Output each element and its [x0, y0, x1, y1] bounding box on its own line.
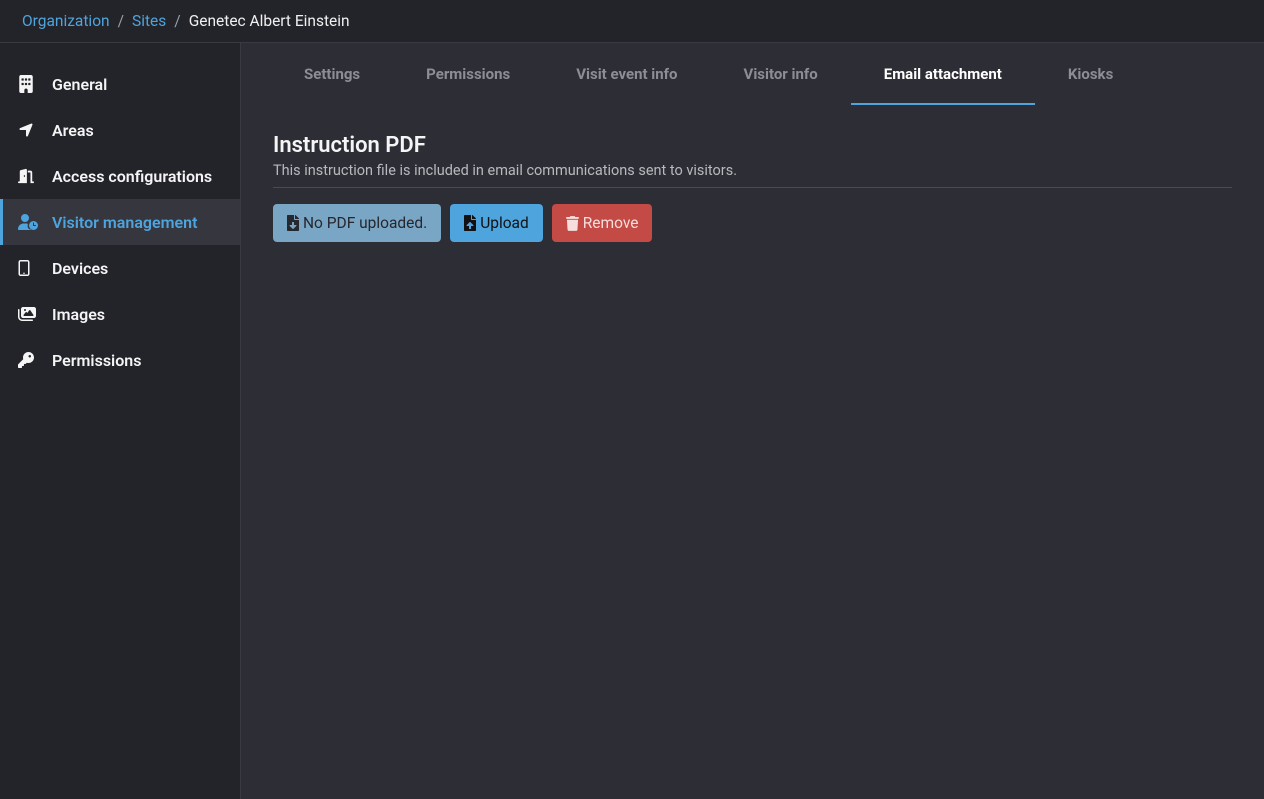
- upload-button[interactable]: Upload: [450, 204, 543, 242]
- breadcrumb-link-organization[interactable]: Organization: [22, 12, 110, 30]
- sidebar-item-permissions[interactable]: Permissions: [0, 337, 240, 383]
- sidebar-item-areas[interactable]: Areas: [0, 107, 240, 153]
- breadcrumb-link-sites[interactable]: Sites: [132, 12, 166, 30]
- location-arrow-icon: [18, 122, 44, 138]
- sidebar-item-label: Areas: [52, 121, 94, 140]
- sidebar-item-label: Permissions: [52, 351, 141, 370]
- sidebar-item-label: Images: [52, 305, 105, 324]
- sidebar-item-images[interactable]: Images: [0, 291, 240, 337]
- sidebar-item-visitor-management[interactable]: Visitor management: [0, 199, 240, 245]
- sidebar-item-general[interactable]: General: [0, 61, 240, 107]
- no-pdf-uploaded-button[interactable]: No PDF uploaded.: [273, 204, 441, 242]
- sidebar-item-label: Access configurations: [52, 167, 212, 186]
- sidebar-item-label: Devices: [52, 259, 108, 278]
- tab-visitor-info[interactable]: Visitor info: [711, 45, 851, 105]
- door-icon: [18, 167, 44, 185]
- page-title: Instruction PDF: [273, 133, 1232, 158]
- sidebar-item-access-configurations[interactable]: Access configurations: [0, 153, 240, 199]
- breadcrumb-separator: /: [118, 12, 124, 30]
- page-subtitle: This instruction file is included in ema…: [273, 162, 1232, 179]
- file-pdf-icon: [287, 215, 299, 231]
- building-icon: [18, 75, 44, 93]
- sidebar-item-label: General: [52, 75, 107, 94]
- button-row: No PDF uploaded. Upload Remove: [273, 204, 1232, 242]
- sidebar-item-label: Visitor management: [52, 213, 197, 232]
- tab-email-attachment[interactable]: Email attachment: [851, 45, 1035, 105]
- tab-kiosks[interactable]: Kiosks: [1035, 45, 1146, 105]
- user-clock-icon: [18, 214, 44, 230]
- tab-settings[interactable]: Settings: [271, 45, 393, 105]
- sidebar-item-devices[interactable]: Devices: [0, 245, 240, 291]
- tab-visit-event-info[interactable]: Visit event info: [543, 45, 710, 105]
- key-icon: [18, 352, 44, 368]
- tabs-bar: Settings Permissions Visit event info Vi…: [241, 43, 1264, 105]
- breadcrumb-separator: /: [174, 12, 180, 30]
- mobile-icon: [18, 259, 44, 277]
- trash-icon: [566, 216, 579, 231]
- breadcrumb: Organization / Sites / Genetec Albert Ei…: [0, 0, 1264, 43]
- content-panel: Instruction PDF This instruction file is…: [241, 105, 1264, 270]
- no-pdf-uploaded-label: No PDF uploaded.: [303, 214, 427, 232]
- divider: [273, 187, 1232, 188]
- upload-button-label: Upload: [480, 214, 529, 232]
- file-upload-icon: [464, 215, 476, 231]
- remove-button[interactable]: Remove: [552, 204, 653, 242]
- images-icon: [18, 306, 44, 322]
- sidebar-nav: General Areas Access configurations Visi…: [0, 43, 241, 799]
- main-content: Settings Permissions Visit event info Vi…: [241, 43, 1264, 799]
- remove-button-label: Remove: [583, 214, 639, 232]
- breadcrumb-current: Genetec Albert Einstein: [189, 12, 350, 30]
- tab-permissions[interactable]: Permissions: [393, 45, 543, 105]
